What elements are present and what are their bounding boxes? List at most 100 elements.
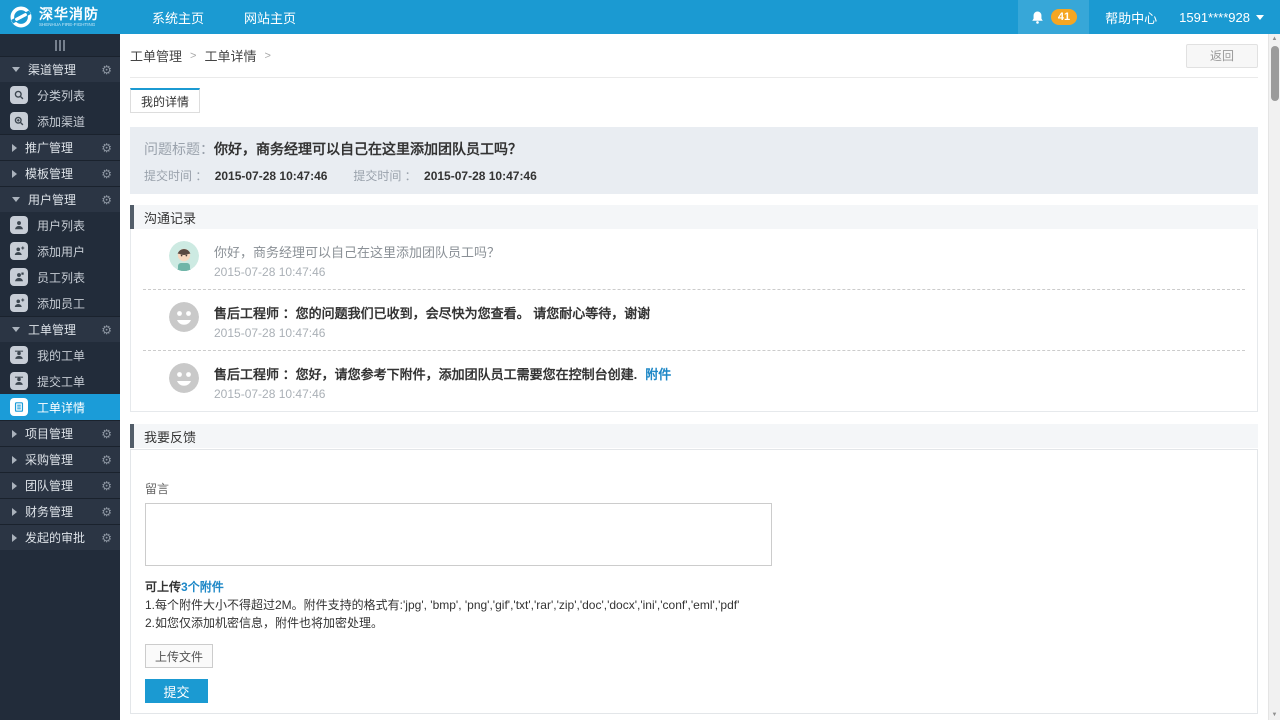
sidebar-item-my-tickets[interactable]: 我的工单: [0, 342, 120, 368]
sidebar-item-initiated-approvals[interactable]: 发起的审批 ⚙: [0, 524, 120, 550]
staff-icon: [10, 268, 28, 286]
feedback-panel: 留言 可上传3个附件 1.每个附件大小不得超过2M。附件支持的格式有:'jpg'…: [130, 449, 1258, 714]
tab-strip: 我的详情: [130, 78, 1258, 113]
caret-right-icon: [12, 169, 17, 178]
gear-icon[interactable]: ⚙: [101, 194, 112, 206]
message-row: 售后工程师 ：您好，请您参考下附件，添加团队员工需要您在控制台创建. 附件 201…: [143, 350, 1245, 411]
caret-right-icon: [12, 429, 17, 438]
caret-down-icon: [12, 197, 20, 202]
sidebar-item-add-channel[interactable]: 添加渠道: [0, 108, 120, 134]
topbar: 深华消防 SHENHUA FIRE-FIGHTING 系统主页 网站主页 41 …: [0, 0, 1280, 34]
question-panel: 问题标题：你好，商务经理可以自己在这里添加团队员工吗？ 提交时间 ： 2015-…: [130, 127, 1258, 194]
message-row: 售后工程师 ：您的问题我们已收到，会尽快为您查看。 请您耐心等待，谢谢 2015…: [143, 289, 1245, 350]
gear-icon[interactable]: ⚙: [101, 64, 112, 76]
search-add-icon: [10, 112, 28, 130]
caret-right-icon: [12, 143, 17, 152]
search-icon: [10, 86, 28, 104]
sidebar-item-finance-mgmt[interactable]: 财务管理 ⚙: [0, 498, 120, 524]
document-icon: [10, 398, 28, 416]
notification-area[interactable]: 41: [1017, 0, 1090, 34]
submit-time-label: 提交时间 ：: [144, 169, 208, 183]
sidebar-item-channel-mgmt[interactable]: 渠道管理 ⚙: [0, 56, 120, 82]
upload-rule-2: 2.如您仅添加机密信息，附件也将加密处理。: [145, 616, 384, 630]
sidebar-item-promotion-mgmt[interactable]: 推广管理 ⚙: [0, 134, 120, 160]
message-text: 你好，商务经理可以自己在这里添加团队员工吗？: [214, 245, 501, 260]
breadcrumb: 工单管理 > 工单详情 > 返回: [130, 34, 1258, 78]
message-time: 2015-07-28 10:47:46: [214, 387, 326, 401]
submit-time-label-2: 提交时间 ：: [353, 169, 417, 183]
upload-file-button[interactable]: 上传文件: [145, 644, 213, 668]
sidebar-collapse-handle[interactable]: [0, 34, 120, 56]
sidebar-item-ticket-detail[interactable]: 工单详情: [0, 394, 120, 420]
gear-icon[interactable]: ⚙: [101, 142, 112, 154]
message-textarea[interactable]: [145, 503, 772, 566]
tab-my-detail[interactable]: 我的详情: [130, 88, 200, 113]
topbar-right: 41 帮助中心 1591****928: [1017, 0, 1280, 34]
gear-icon[interactable]: ⚙: [101, 454, 112, 466]
scroll-down-icon[interactable]: ▼: [1269, 710, 1280, 720]
communication-messages: 你好，商务经理可以自己在这里添加团队员工吗？ 2015-07-28 10:47:…: [130, 229, 1258, 412]
chevron-down-icon: [1256, 14, 1264, 20]
sidebar-item-add-staff[interactable]: 添加员工: [0, 290, 120, 316]
message-field-label: 留言: [145, 482, 170, 496]
sidebar-item-staff-list[interactable]: 员工列表: [0, 264, 120, 290]
staff-avatar: [169, 302, 199, 332]
sidebar-item-category-list[interactable]: 分类列表: [0, 82, 120, 108]
menu-item-system-home[interactable]: 系统主页: [132, 0, 224, 34]
gear-icon[interactable]: ⚙: [101, 506, 112, 518]
sidebar-item-team-mgmt[interactable]: 团队管理 ⚙: [0, 472, 120, 498]
breadcrumb-separator: >: [190, 49, 197, 62]
submit-time-value-2: 2015-07-28 10:47:46: [424, 169, 537, 183]
bell-icon: [1032, 11, 1043, 24]
sidebar-item-ticket-mgmt[interactable]: 工单管理 ⚙: [0, 316, 120, 342]
gear-icon[interactable]: ⚙: [101, 532, 112, 544]
top-menu: 系统主页 网站主页: [132, 0, 316, 34]
brand-subtitle: SHENHUA FIRE-FIGHTING: [39, 21, 96, 28]
sidebar-item-purchase-mgmt[interactable]: 采购管理 ⚙: [0, 446, 120, 472]
caret-right-icon: [12, 507, 17, 516]
brand-name: 深华消防: [39, 5, 99, 22]
message-time: 2015-07-28 10:47:46: [214, 326, 326, 340]
gear-icon[interactable]: ⚙: [101, 428, 112, 440]
sidebar-item-template-mgmt[interactable]: 模板管理 ⚙: [0, 160, 120, 186]
message-time: 2015-07-28 10:47:46: [214, 265, 326, 279]
user-icon: [10, 216, 28, 234]
caret-right-icon: [12, 481, 17, 490]
message-row: 你好，商务经理可以自己在这里添加团队员工吗？ 2015-07-28 10:47:…: [143, 229, 1245, 289]
scroll-up-icon[interactable]: ▲: [1269, 34, 1280, 44]
main-content: 工单管理 > 工单详情 > 返回 我的详情 问题标题：你好，商务经理可以自己在这…: [120, 34, 1280, 720]
sidebar-item-user-list[interactable]: 用户列表: [0, 212, 120, 238]
menu-item-site-home[interactable]: 网站主页: [224, 0, 316, 34]
breadcrumb-ticket-mgmt[interactable]: 工单管理: [130, 46, 182, 65]
logo-icon: [10, 6, 32, 28]
communication-section-header: 沟通记录: [130, 205, 1258, 229]
scrollbar-thumb[interactable]: [1270, 46, 1279, 101]
ticket-icon: [10, 372, 28, 390]
gear-icon[interactable]: ⚙: [101, 168, 112, 180]
staff-add-icon: [10, 294, 28, 312]
sidebar: 渠道管理 ⚙ 分类列表 添加渠道 推广管理 ⚙ 模板管理 ⚙ 用户管理 ⚙ 用户…: [0, 34, 120, 720]
user-add-icon: [10, 242, 28, 260]
sidebar-item-user-mgmt[interactable]: 用户管理 ⚙: [0, 186, 120, 212]
account-menu[interactable]: 1591****928: [1173, 0, 1280, 34]
feedback-section-header: 我要反馈: [130, 424, 1258, 448]
submit-button[interactable]: 提交: [145, 679, 208, 703]
notification-count-badge[interactable]: 41: [1050, 9, 1078, 25]
attachment-link[interactable]: 附件: [645, 367, 671, 382]
sidebar-item-submit-ticket[interactable]: 提交工单: [0, 368, 120, 394]
breadcrumb-ticket-detail[interactable]: 工单详情: [204, 46, 256, 65]
gear-icon[interactable]: ⚙: [101, 324, 112, 336]
help-center-link[interactable]: 帮助中心: [1089, 0, 1173, 34]
caret-down-icon: [12, 327, 20, 332]
question-title-label: 问题标题：: [144, 141, 214, 157]
vertical-scrollbar[interactable]: ▲ ▼: [1268, 34, 1280, 720]
caret-right-icon: [12, 455, 17, 464]
sidebar-item-project-mgmt[interactable]: 项目管理 ⚙: [0, 420, 120, 446]
caret-down-icon: [12, 67, 20, 72]
customer-avatar: [169, 241, 199, 271]
sidebar-item-add-user[interactable]: 添加用户: [0, 238, 120, 264]
submit-time-value: 2015-07-28 10:47:46: [214, 169, 328, 183]
account-label: 1591****928: [1179, 9, 1250, 25]
back-button[interactable]: 返回: [1186, 43, 1258, 68]
gear-icon[interactable]: ⚙: [101, 480, 112, 492]
